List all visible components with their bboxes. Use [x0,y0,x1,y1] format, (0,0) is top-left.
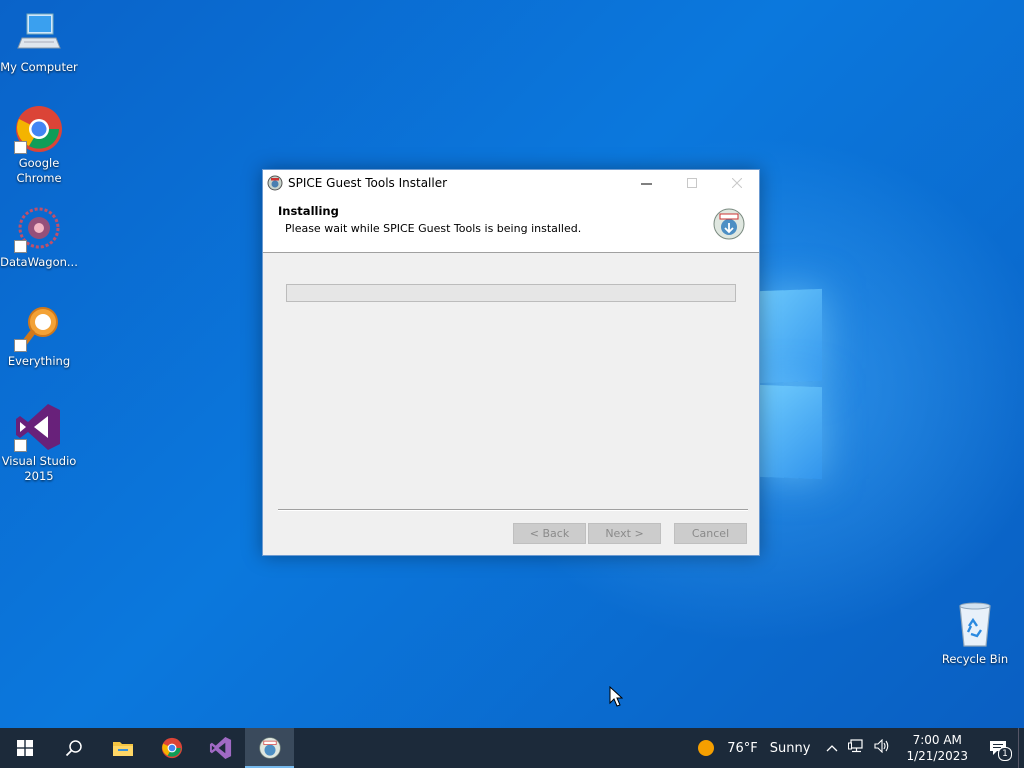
desktop-icon-label: DataWagon... [0,255,78,269]
desktop-icon-label: Recycle Bin [941,652,1009,666]
mouse-cursor-icon [609,686,623,707]
taskbar: 76°F Sunny 7:00 AM 1/21/2023 1 [0,728,1024,768]
chrome-icon [161,737,182,759]
desktop-icon-datawagon[interactable]: DataWagon... [0,203,78,270]
shortcut-arrow-icon [14,439,27,452]
desktop-icon-label: My Computer [0,60,78,74]
show-desktop-button[interactable] [1018,728,1024,768]
weather-temp: 76°F [727,740,758,756]
sun-icon [698,740,715,756]
taskbar-chrome[interactable] [147,728,196,768]
speaker-icon [874,738,889,754]
minimize-button[interactable] [624,170,669,196]
shortcut-arrow-icon [14,339,27,352]
close-button[interactable] [714,170,759,196]
taskbar-spice-installer[interactable] [245,728,294,768]
search-button[interactable] [49,728,98,768]
wallpaper-logo-pane [760,384,822,480]
windows-logo-icon [16,740,33,756]
visual-studio-icon [14,402,64,452]
recycle-bin-icon [950,600,1000,650]
desktop-icon-label: Google Chrome [16,156,62,185]
maximize-icon [686,178,697,188]
header-title: Installing [278,204,339,218]
shortcut-arrow-icon [14,141,27,154]
button-divider [278,509,748,511]
install-progress-bar [286,284,736,302]
taskbar-file-explorer[interactable] [98,728,147,768]
search-icon [65,740,82,757]
chevron-up-icon [827,744,838,751]
chrome-icon [14,104,64,154]
spice-app-icon [258,737,281,759]
next-button[interactable]: Next > [588,523,661,544]
visual-studio-icon [209,736,231,760]
notification-center-button[interactable]: 1 [978,728,1018,768]
taskbar-visual-studio[interactable] [196,728,245,768]
shortcut-arrow-icon [14,240,27,253]
maximize-button[interactable] [669,170,714,196]
wallpaper-logo-pane [760,288,822,384]
desktop-icon-recycle-bin[interactable]: Recycle Bin [936,600,1014,667]
back-button[interactable]: < Back [513,523,586,544]
start-button[interactable] [0,728,49,768]
computer-icon [14,8,64,58]
network-button[interactable] [844,739,868,757]
clock-date: 1/21/2023 [906,749,968,763]
volume-button[interactable] [868,738,896,757]
cancel-button[interactable]: Cancel [674,523,747,544]
clock-time: 7:00 AM [912,733,962,747]
desktop-icon-visual-studio[interactable]: Visual Studio 2015 [0,402,78,484]
desktop-icon-label: Everything [7,354,71,368]
desktop-icon-google-chrome[interactable]: Google Chrome [0,104,78,186]
folder-icon [112,742,133,756]
window-titlebar[interactable]: SPICE Guest Tools Installer [263,170,759,196]
clock[interactable]: 7:00 AM 1/21/2023 [896,732,978,764]
window-title: SPICE Guest Tools Installer [288,176,448,190]
installer-window: SPICE Guest Tools Installer Installing P… [262,169,760,556]
desktop-icon-everything[interactable]: Everything [0,302,78,369]
weather-widget[interactable]: 76°F Sunny [687,739,820,757]
installer-header: Installing Please wait while SPICE Guest… [263,196,759,253]
system-tray: 76°F Sunny 7:00 AM 1/21/2023 1 [687,728,1024,768]
magnifier-icon [14,302,64,352]
desktop-icon-my-computer[interactable]: My Computer [0,8,78,75]
datawagon-icon [14,203,64,253]
network-icon [848,739,864,753]
minimize-icon [641,183,652,184]
weather-condition: Sunny [769,740,811,756]
desktop-icon-label: Visual Studio 2015 [1,454,77,483]
installer-logo-icon [713,208,745,240]
desktop: My Computer Google Chrome DataWagon... E… [0,0,1024,728]
header-subtitle: Please wait while SPICE Guest Tools is b… [285,222,582,235]
show-hidden-icons-button[interactable] [820,741,844,756]
spice-app-icon [267,175,283,191]
close-icon [731,178,742,188]
notification-count-badge: 1 [998,747,1012,761]
